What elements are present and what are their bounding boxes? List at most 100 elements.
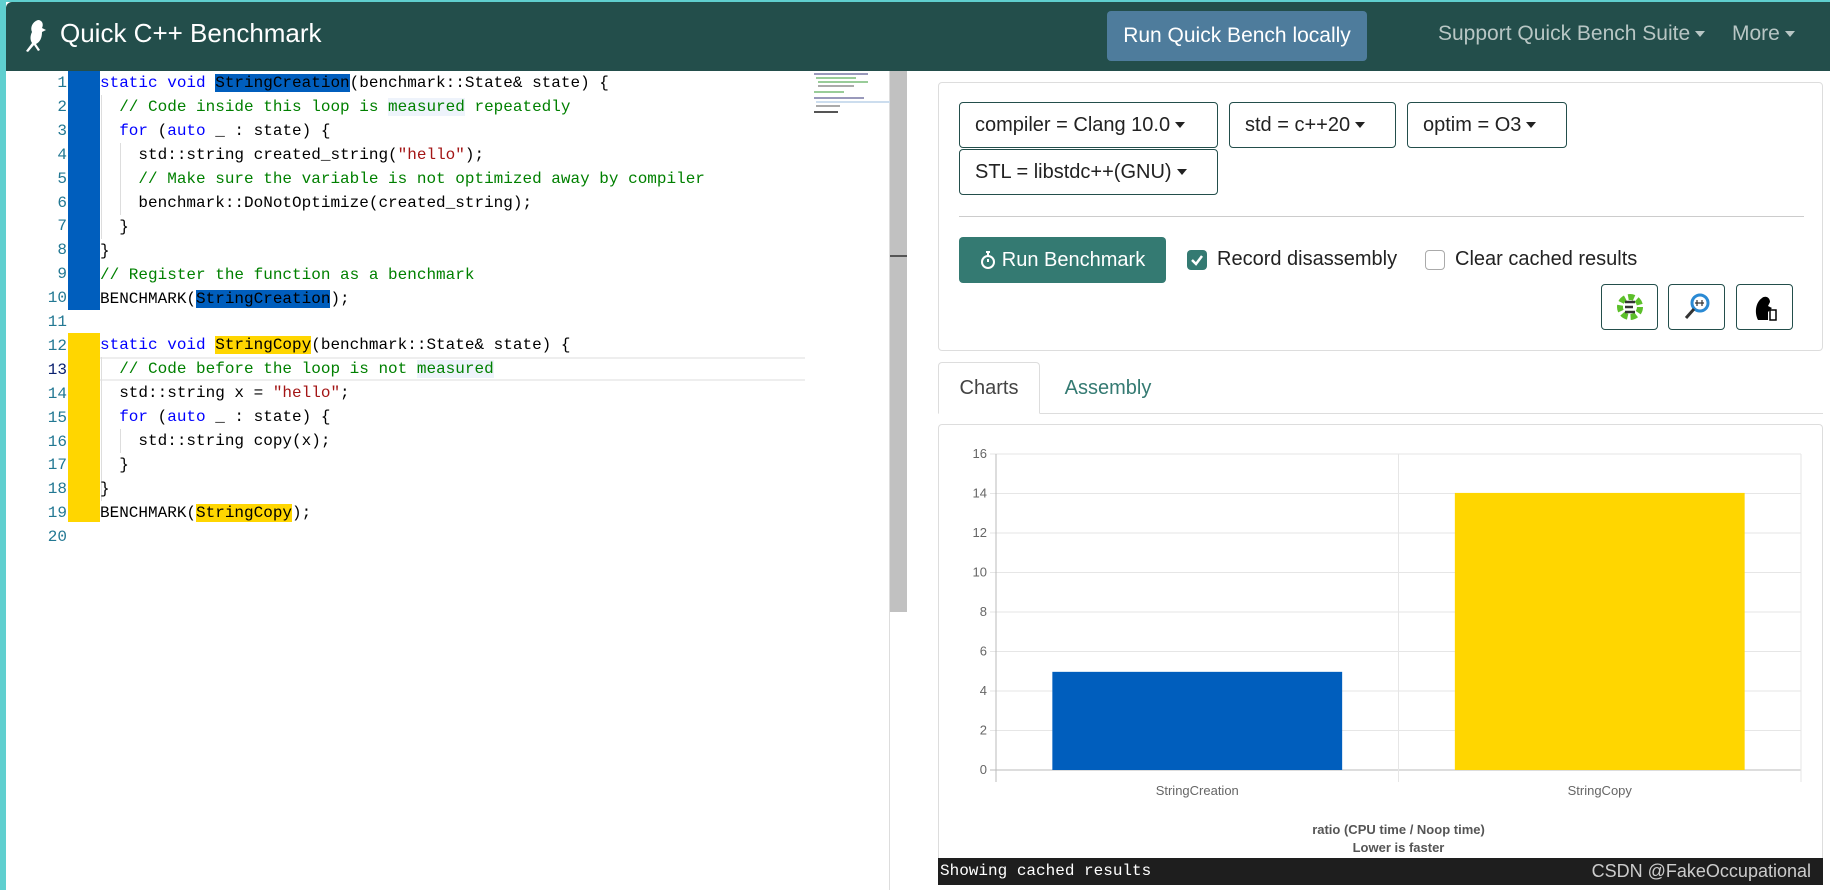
magnifier-cpp-icon <box>1684 293 1709 319</box>
code-line: // Register the function as a benchmark <box>100 266 475 284</box>
code-line: // Make sure the variable is not optimiz… <box>138 170 705 188</box>
compiler-value: compiler = Clang 10.0 <box>975 113 1171 136</box>
minimap[interactable] <box>814 73 890 113</box>
check-icon <box>1191 255 1203 266</box>
caret-down-icon <box>1526 122 1537 128</box>
tab-charts[interactable]: Charts <box>938 362 1040 414</box>
code-line: // Code before the loop is not measured <box>119 360 494 378</box>
code-line: std::string created_string("hello"); <box>138 146 485 164</box>
support-dropdown[interactable]: Support Quick Bench Suite <box>1438 22 1706 46</box>
line-number: 10 <box>47 289 67 308</box>
y-tick-label: 0 <box>980 762 987 777</box>
caret-down-icon <box>1176 169 1187 175</box>
beaver-icon <box>1755 296 1777 321</box>
build-bench-button[interactable] <box>1736 284 1793 330</box>
line-number: 6 <box>57 193 67 212</box>
code-line: static void StringCopy(benchmark::State&… <box>100 336 571 354</box>
cppinsights-icon <box>1616 294 1643 320</box>
more-dropdown[interactable]: More <box>1732 22 1795 46</box>
bar-chart: 0 2 4 6 8 10 12 14 16 StringCreation StringCopy rat… <box>973 446 1802 855</box>
y-tick-label: 8 <box>980 604 987 619</box>
run-benchmark-button[interactable]: Run Benchmark <box>959 237 1166 283</box>
x-axis-title: ratio (CPU time / Noop time) <box>1312 822 1485 837</box>
line-number: 9 <box>57 265 67 284</box>
code-line: benchmark::DoNotOptimize(created_string)… <box>138 194 533 212</box>
stl-value: STL = libstdc++(GNU) <box>975 160 1172 183</box>
code-line: } <box>100 242 110 260</box>
y-tick-label: 14 <box>973 486 987 501</box>
line-number: 18 <box>47 480 67 499</box>
code-line: } <box>100 480 110 498</box>
code-line: std::string copy(x); <box>138 432 331 450</box>
scroll-position-marker <box>890 255 907 257</box>
watermark: CSDN @FakeOccupational <box>1591 861 1811 881</box>
optim-value: optim = O3 <box>1423 113 1522 136</box>
line-number: 4 <box>57 145 67 164</box>
y-tick-label: 6 <box>980 644 987 659</box>
line-number: 11 <box>47 313 67 331</box>
status-bar: Showing cached results CSDN @FakeOccupat… <box>938 858 1823 885</box>
cppinsights-button[interactable] <box>1601 284 1658 330</box>
caret-down-icon <box>1355 122 1366 128</box>
x-axis-subtitle: Lower is faster <box>1353 840 1445 855</box>
code-line: } <box>119 218 129 236</box>
y-tick-label: 4 <box>980 683 987 698</box>
line-number: 7 <box>57 217 67 236</box>
line-number: 14 <box>47 384 67 403</box>
clear-cached-label[interactable]: Clear cached results <box>1455 248 1637 271</box>
y-tick-label: 16 <box>973 446 987 461</box>
bar-StringCopy <box>1454 492 1745 770</box>
line-number: 15 <box>47 408 67 427</box>
quickbench-zoom-button[interactable] <box>1668 284 1725 330</box>
line-number: 3 <box>57 121 67 140</box>
code-line: for (auto _ : state) { <box>119 408 331 426</box>
compiler-dropdown[interactable]: compiler = Clang 10.0 <box>959 102 1218 148</box>
record-disassembly-label[interactable]: Record disassembly <box>1217 248 1397 271</box>
caret-down-icon <box>1784 31 1795 38</box>
code-line: BENCHMARK(StringCreation); <box>100 290 350 308</box>
code-line: for (auto _ : state) { <box>119 122 331 140</box>
benchmark-marker-yellow <box>68 333 100 522</box>
logo-icon <box>26 20 46 52</box>
app-title[interactable]: Quick C++ Benchmark <box>60 18 322 49</box>
line-number: 19 <box>47 504 67 523</box>
code-line: // Code inside this loop is measured rep… <box>119 98 571 116</box>
code-line: static void StringCreation(benchmark::St… <box>100 74 609 92</box>
line-number: 12 <box>47 336 67 355</box>
code-line: } <box>119 456 129 474</box>
record-disassembly-checkbox[interactable] <box>1187 250 1207 270</box>
optim-dropdown[interactable]: optim = O3 <box>1407 102 1567 148</box>
x-tick-label: StringCreation <box>1156 783 1239 798</box>
editor-scrollbar[interactable] <box>890 71 907 612</box>
benchmark-marker-blue <box>68 71 100 310</box>
run-locally-button[interactable]: Run Quick Bench locally <box>1107 11 1367 61</box>
line-number: 13 <box>47 360 67 379</box>
tab-assembly[interactable]: Assembly <box>1048 362 1168 414</box>
more-label: More <box>1732 22 1780 45</box>
y-tick-label: 10 <box>973 565 987 580</box>
bar-StringCreation <box>1052 671 1343 770</box>
std-dropdown[interactable]: std = c++20 <box>1229 102 1396 148</box>
std-value: std = c++20 <box>1245 113 1351 136</box>
stopwatch-icon <box>980 251 995 269</box>
chart-card: 0 2 4 6 8 10 12 14 16 StringCreation StringCopy rat… <box>938 424 1823 859</box>
y-tick-label: 2 <box>980 723 987 738</box>
line-number: 2 <box>57 97 67 116</box>
x-tick-label: StringCopy <box>1568 783 1633 798</box>
code-line: std::string x = "hello"; <box>119 384 350 402</box>
line-number: 16 <box>47 432 67 451</box>
y-tick-label: 12 <box>973 525 987 540</box>
support-label: Support Quick Bench Suite <box>1438 22 1691 45</box>
clear-cached-checkbox[interactable] <box>1425 250 1445 270</box>
line-number: 1 <box>57 74 67 92</box>
line-number: 8 <box>57 241 67 260</box>
code-line: BENCHMARK(StringCopy); <box>100 504 312 522</box>
status-text: Showing cached results <box>940 862 1152 880</box>
divider <box>959 216 1804 217</box>
run-benchmark-label: Run Benchmark <box>1001 248 1146 271</box>
line-number: 20 <box>47 528 67 547</box>
stl-dropdown[interactable]: STL = libstdc++(GNU) <box>959 149 1218 195</box>
caret-down-icon <box>1695 31 1706 38</box>
line-number: 5 <box>57 169 67 188</box>
caret-down-icon <box>1175 122 1186 128</box>
